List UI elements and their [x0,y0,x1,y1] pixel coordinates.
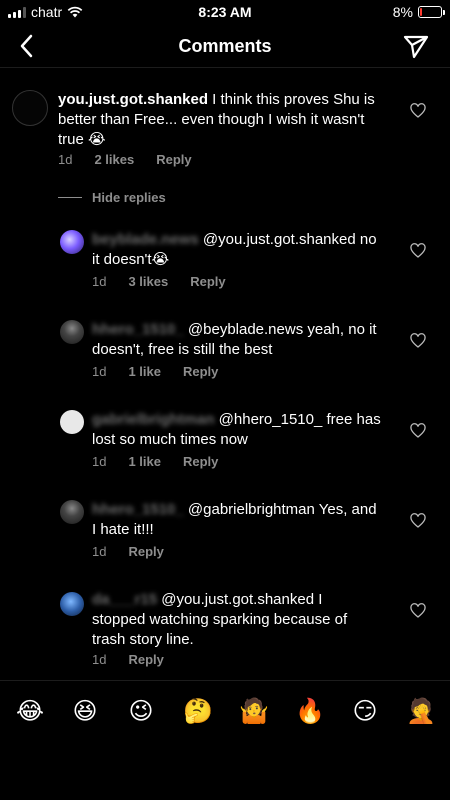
comment-text: hhero_1510_ @gabrielbrightman Yes, and I… [92,500,402,540]
hide-replies-button[interactable]: Hide replies [58,190,166,205]
like-heart-icon[interactable] [410,243,426,259]
comment-meta: 1d 3 likes Reply [92,274,226,289]
emoji-facepalm-button[interactable]: 🤦 [406,697,436,725]
emoji-laughing-button[interactable]: 😆 [71,697,99,725]
comment-text: beyblade.news @you.just.got.shanked no i… [92,230,402,270]
comment-text: hhero_1510_ @beyblade.news yeah, no it d… [92,320,402,360]
comment-likes[interactable]: 1 like [128,454,161,469]
reply-button[interactable]: Reply [128,544,163,559]
comment-body-line1: @hhero_1510_ free has [214,411,381,428]
comment-time: 1d [92,274,107,289]
comment-meta: 1d 1 like Reply [92,454,218,469]
nav-bar: Comments [0,24,450,68]
avatar[interactable] [60,592,84,616]
page-title: Comments [178,36,272,56]
emoji-wink-button[interactable]: 😉 [127,697,155,725]
comment-text: da___r15 @you.just.got.shanked I stopped… [92,590,402,650]
comment-likes[interactable]: 1 like [128,364,161,379]
comment-time: 1d [92,364,107,379]
comment-username[interactable]: beyblade.news [92,231,199,248]
send-icon[interactable] [402,32,430,60]
comment-meta: 1d Reply [92,652,164,667]
reply-button[interactable]: Reply [190,274,225,289]
avatar[interactable] [60,500,84,524]
comment-body-line2: doesn't, free is still the best [92,341,273,358]
reply-comment: beyblade.news @you.just.got.shanked no i… [0,228,450,292]
comment-body-line1: @beyblade.news yeah, no it [183,321,377,338]
reply-button[interactable]: Reply [156,152,191,167]
avatar[interactable] [12,90,48,126]
like-heart-icon[interactable] [410,103,426,119]
hide-replies-label: Hide replies [92,190,166,205]
comment-body-line2: lost so much times now [92,431,248,448]
comment-body-line2: I hate it!!! [92,521,154,538]
comment-body-line1: I think this proves Shu is [208,91,375,108]
comment-username[interactable]: gabrielbrightman [92,411,215,428]
like-heart-icon[interactable] [410,513,426,529]
avatar[interactable] [60,320,84,344]
comment-time: 1d [92,454,107,469]
avatar[interactable] [60,230,84,254]
comment-text: you.just.got.shanked I think this proves… [58,90,398,150]
comment-time: 1d [92,652,107,667]
reply-comment: da___r15 @you.just.got.shanked I stopped… [0,588,450,672]
comment-username[interactable]: da___r15 [92,591,157,608]
status-time: 8:23 AM [198,4,252,20]
comment-username[interactable]: hhero_1510_ [92,321,184,338]
reply-button[interactable]: Reply [128,652,163,667]
comment-body-line1: @gabrielbrightman Yes, and [183,501,377,518]
battery-percent: 8% [392,4,413,20]
like-heart-icon[interactable] [410,603,426,619]
comment-body-line2: better than Free... even though I wish i… [58,111,365,128]
emoji-fire-button[interactable]: 🔥 [295,697,325,725]
reply-button[interactable]: Reply [183,364,218,379]
comment-username[interactable]: hhero_1510_ [92,501,184,518]
comment-meta: 1d Reply [92,544,164,559]
comment-body-line2: it doesn't😭 [92,251,170,268]
avatar[interactable] [60,410,84,434]
like-heart-icon[interactable] [410,423,426,439]
comment-text: gabrielbrightman @hhero_1510_ free has l… [92,410,402,450]
comment-body-line2: stopped watching sparking because of [92,611,348,628]
comment-body-line1: @you.just.got.shanked I [157,591,323,608]
comment-body-line3: trash story line. [92,631,194,648]
emoji-thinking-button[interactable]: 🤔 [183,697,213,725]
comment-time: 1d [92,544,107,559]
status-right: 8% [392,4,445,20]
comment-body-line3: true 😭 [58,131,106,148]
comment-username[interactable]: you.just.got.shanked [58,91,208,108]
comment: you.just.got.shanked I think this proves… [0,88,450,178]
comment-body-line1: @you.just.got.shanked no [198,231,377,248]
emoji-joy-button[interactable]: 😂 [16,697,44,725]
comment-time: 1d [58,152,73,167]
like-heart-icon[interactable] [410,333,426,349]
emoji-smirk-button[interactable]: 😏 [351,697,379,725]
status-bar: chatr 8:23 AM 8% [0,0,450,24]
comment-meta: 1d 1 like Reply [92,364,218,379]
comment-likes[interactable]: 2 likes [94,152,134,167]
divider-line [58,197,82,198]
comment-meta: 1d 2 likes Reply [58,152,192,167]
reply-comment: hhero_1510_ @beyblade.news yeah, no it d… [0,318,450,382]
reply-comment: hhero_1510_ @gabrielbrightman Yes, and I… [0,498,450,562]
reply-comment: gabrielbrightman @hhero_1510_ free has l… [0,408,450,472]
emoji-shrug-button[interactable]: 🤷 [239,697,269,725]
emoji-quick-bar: 😂 😆 😉 🤔 🤷 🔥 😏 🤦 [0,680,450,740]
reply-button[interactable]: Reply [183,454,218,469]
battery-icon [418,6,445,18]
comment-likes[interactable]: 3 likes [128,274,168,289]
